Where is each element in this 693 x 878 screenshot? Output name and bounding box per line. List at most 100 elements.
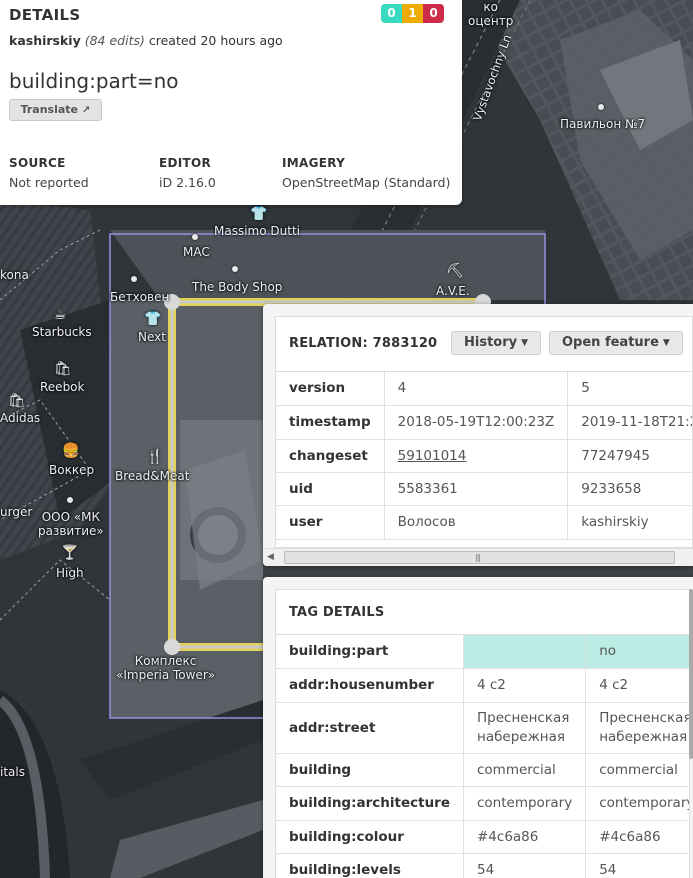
tag-key-cell: addr:street <box>276 702 464 754</box>
map-poi-dot <box>67 497 73 503</box>
new-value-cell: contemporary <box>585 786 689 821</box>
tag-key-cell: uid <box>276 472 385 506</box>
old-value-cell: 4 c2 <box>463 668 587 703</box>
map-label-betkhoven: Бетховен <box>110 290 170 304</box>
relation-panel: RELATION: 7883120 History ▼ Open feature ▼… <box>263 304 693 566</box>
table-row: timestamp 2018-05-19T12:00:23Z 2019-11-18T… <box>276 405 692 440</box>
map-label-next: Next <box>138 330 166 344</box>
new-value-cell: kashirskiy <box>567 505 692 540</box>
clothes-shop-icon: 👕 <box>250 206 268 222</box>
scroll-left-icon[interactable]: ◀ <box>267 552 274 562</box>
new-value-cell: #4c6a86 <box>585 820 689 854</box>
details-panel: DETAILS 0 1 0 kashirskiy (84 edits) crea… <box>0 0 462 205</box>
details-title: DETAILS <box>9 6 81 24</box>
map-label-adidas: Adidas <box>0 411 41 425</box>
map-label-ave: A.V.E. <box>436 284 470 298</box>
map-label-reebok: Reebok <box>40 380 85 394</box>
map-poi-dot <box>192 234 198 240</box>
old-value-cell: Волосов <box>384 505 569 540</box>
horizontal-scrollbar[interactable]: ◀ ||| <box>263 548 693 566</box>
clothes-shop-icon: 👕 <box>144 311 162 327</box>
tag-key-cell: building:architecture <box>276 786 464 821</box>
tag-key-cell: building:part <box>276 635 464 669</box>
tag-key-cell: user <box>276 505 385 540</box>
map-poi-dot <box>232 266 238 272</box>
changeset-link[interactable]: 59101014 <box>384 439 569 473</box>
map-label-mac: MAC <box>183 245 210 259</box>
tag-key-cell: version <box>276 372 385 406</box>
old-value-cell <box>463 635 587 669</box>
new-value-cell: no <box>585 635 689 669</box>
old-value-cell: Пресненская набережная <box>463 702 587 754</box>
old-value-cell: 5583361 <box>384 472 569 506</box>
imagery-label: IMAGERY <box>282 156 346 170</box>
user-link[interactable]: kashirskiy <box>9 33 81 48</box>
new-value-cell: 4 c2 <box>585 668 689 703</box>
relation-metadata-table: version 4 5 timestamp 2018-05-19T12:00:23Z 20… <box>276 372 692 540</box>
table-row: building commercial commercial <box>276 753 689 787</box>
created-time: created 20 hours ago <box>148 33 283 48</box>
edit-count: (84 edits) <box>84 33 145 48</box>
new-value-cell: 5 <box>567 372 692 406</box>
map-label-high: High <box>56 566 84 580</box>
shop-icon: ⛏ <box>446 263 464 279</box>
map-label-kona: kona <box>0 268 29 282</box>
map-label-centre: ко оцентр <box>468 0 514 28</box>
tag-key-cell: timestamp <box>276 405 385 440</box>
map-label-komplex: Комплекс «Imperia Tower» <box>116 654 216 682</box>
old-value-cell: 4 <box>384 372 569 406</box>
old-value-cell: 2018-05-19T12:00:23Z <box>384 405 569 440</box>
new-value-cell: Пресненская набережная <box>585 702 689 754</box>
scrollbar-thumb[interactable]: ||| <box>284 551 675 564</box>
deleted-count-badge: 0 <box>423 4 444 23</box>
tag-details-title: TAG DETAILS <box>289 605 385 620</box>
cafe-icon: ☕ <box>54 307 67 323</box>
tag-key-cell: building <box>276 753 464 787</box>
grip-icon: ||| <box>475 553 481 562</box>
tag-key-cell: changeset <box>276 439 385 473</box>
editor-value: iD 2.16.0 <box>159 175 216 190</box>
restaurant-icon: 🍴 <box>146 449 164 465</box>
history-button[interactable]: History ▼ <box>451 331 542 355</box>
tag-details-card: TAG DETAILS building:part no addr:housenum… <box>275 589 690 878</box>
relation-title: RELATION: 7883120 <box>289 336 438 351</box>
changeset-comment: building:part=no <box>9 69 179 93</box>
relation-card: RELATION: 7883120 History ▼ Open feature ▼… <box>275 316 693 548</box>
open-feature-label: Open feature <box>562 335 659 350</box>
map-label-starbucks: Starbucks <box>32 325 92 339</box>
map-label-breadmeat: Bread&Meat <box>115 469 190 483</box>
map-label-bodyshop: The Body Shop <box>192 280 283 294</box>
old-value-cell: #4c6a86 <box>463 820 587 854</box>
tag-key-cell: building:levels <box>276 853 464 878</box>
tag-key-cell: building:colour <box>276 820 464 854</box>
map-label-mk: ООО «МК развитие» <box>38 510 104 538</box>
map-label-massimo: Massimo Dutti <box>214 224 300 238</box>
imagery-field: IMAGERY OpenStreetMap (Standard) <box>282 156 450 190</box>
map-label-vokker: Воккер <box>49 463 95 477</box>
table-row: building:part no <box>276 635 689 669</box>
new-value-cell: 9233658 <box>567 472 692 506</box>
map-poi-dot <box>598 104 604 110</box>
new-value-cell: 54 <box>585 853 689 878</box>
fast-food-icon: 🍔 <box>62 443 80 459</box>
editor-field: EDITOR iD 2.16.0 <box>159 156 216 190</box>
table-row: building:levels 54 54 <box>276 853 689 878</box>
open-feature-button[interactable]: Open feature ▼ <box>549 331 683 355</box>
chevron-down-icon: ▼ <box>662 338 670 348</box>
new-value-cell: 2019-11-18T21:29: <box>567 405 692 440</box>
map-label-urger: urger <box>0 505 33 519</box>
table-row: changeset 59101014 77247945 <box>276 439 692 473</box>
map-label-itals: itals <box>0 765 25 779</box>
translate-button[interactable]: Translate ↗ <box>9 99 102 121</box>
imagery-value: OpenStreetMap (Standard) <box>282 175 451 190</box>
new-value-cell: 77247945 <box>567 439 692 473</box>
source-label: SOURCE <box>9 156 66 170</box>
tag-details-panel: TAG DETAILS building:part no addr:housenum… <box>263 577 693 878</box>
translate-label: Translate <box>20 103 79 116</box>
chevron-down-icon: ▼ <box>521 338 529 348</box>
external-link-icon: ↗ <box>82 105 91 116</box>
relation-header: RELATION: 7883120 History ▼ Open feature ▼ <box>276 317 692 372</box>
vertical-scrollbar[interactable] <box>689 589 693 759</box>
source-field: SOURCE Not reported <box>9 156 89 190</box>
created-count-badge: 0 <box>381 4 402 23</box>
